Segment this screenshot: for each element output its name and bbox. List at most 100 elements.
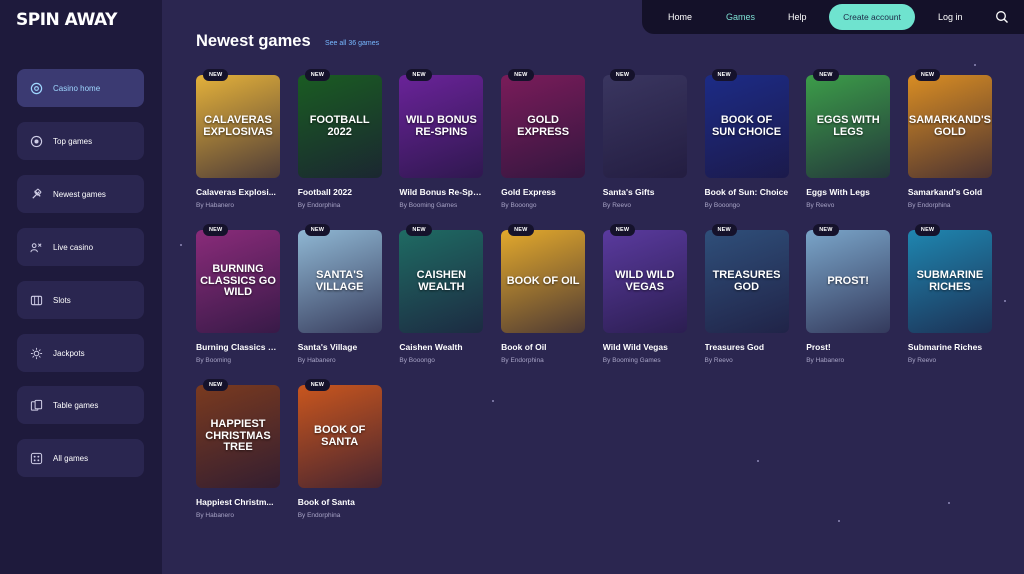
new-badge: NEW xyxy=(304,379,331,391)
sidebar-item-label: Top games xyxy=(53,136,93,146)
game-card[interactable]: NEW WILD BONUS RE-SPINS Wild Bonus Re-Spin… xyxy=(399,69,484,209)
game-title[interactable]: Caishen Wealth xyxy=(399,342,483,352)
game-title[interactable]: Calaveras Explosi... xyxy=(196,187,280,197)
game-artwork-title: WILD BONUS RE-SPINS xyxy=(405,113,477,138)
game-title[interactable]: Santa's Gifts xyxy=(603,187,687,197)
create-account-button[interactable]: Create account xyxy=(829,4,915,30)
top-games-icon xyxy=(29,134,43,148)
game-thumbnail[interactable]: WILD WILD VEGAS xyxy=(602,230,687,333)
sidebar-item-label: Newest games xyxy=(53,189,106,199)
game-card[interactable]: NEW Prost! Prost! By Habanero xyxy=(806,224,891,364)
game-title[interactable]: Gold Express xyxy=(501,187,585,197)
live-casino-icon xyxy=(29,240,43,254)
new-badge: NEW xyxy=(203,224,229,236)
game-card[interactable]: NEW Book of Santa Book of Santa By Endorphi… xyxy=(297,379,382,519)
game-card[interactable]: NEW FOOTBALL 2022 Football 2022 By Endorphi… xyxy=(297,69,382,209)
slots-icon xyxy=(29,293,43,307)
nav-games[interactable]: Games xyxy=(726,0,755,34)
game-artwork-title: GOLD EXPRESS xyxy=(517,113,570,138)
game-card[interactable]: NEW EGGS WITH LEGS Eggs With Legs By Reevo xyxy=(806,69,891,209)
nav-home[interactable]: Home xyxy=(668,0,692,34)
game-title[interactable]: Eggs With Legs xyxy=(806,187,890,197)
game-artwork-title: EGGS WITH LEGS xyxy=(816,113,880,138)
game-thumbnail[interactable]: Happiest Christmas TREE xyxy=(196,385,280,488)
game-artwork-title: Santa's Village xyxy=(315,268,364,293)
game-provider: By Booongo xyxy=(501,202,537,209)
sidebar-item-casino-home[interactable]: Casino home xyxy=(17,69,144,107)
game-title[interactable]: Book of Santa xyxy=(298,497,382,507)
table-games-icon xyxy=(29,398,43,412)
search-icon[interactable] xyxy=(995,10,1009,24)
game-title[interactable]: Book of Sun: Choice xyxy=(705,187,789,197)
game-title[interactable]: Santa's Village xyxy=(298,342,382,352)
game-card[interactable]: NEW Santa's Gifts By Reevo xyxy=(602,69,687,209)
new-badge: NEW xyxy=(406,224,432,236)
game-thumbnail[interactable]: CAISHEN WEALTH xyxy=(399,230,484,333)
game-provider: By Booming Games xyxy=(399,202,458,209)
sidebar-item-live-casino[interactable]: Live casino xyxy=(17,228,144,266)
game-card[interactable]: NEW CAISHEN WEALTH Caishen Wealth By Booong… xyxy=(399,224,484,364)
game-thumbnail[interactable]: BOOK OF OIL xyxy=(501,230,586,333)
new-badge: NEW xyxy=(609,69,636,81)
sidebar-item-jackpots[interactable]: Jackpots xyxy=(17,334,144,372)
game-card[interactable]: NEW Santa's Village Santa's Village By Haba… xyxy=(297,224,382,364)
game-provider: By Endorphina xyxy=(297,202,341,209)
nav-help[interactable]: Help xyxy=(788,0,807,34)
game-thumbnail[interactable]: TREASURES GOD xyxy=(704,230,789,333)
game-thumbnail[interactable]: SAMARKAND'S GOLD xyxy=(907,75,992,178)
game-card[interactable]: NEW WILD WILD VEGAS Wild Wild Vegas By Boom… xyxy=(602,224,687,364)
game-thumbnail[interactable]: WILD BONUS RE-SPINS xyxy=(399,75,484,178)
game-thumbnail[interactable]: FOOTBALL 2022 xyxy=(297,75,382,178)
game-card[interactable]: NEW Burning Classics Go Wild Burning Class… xyxy=(196,224,280,364)
new-badge: NEW xyxy=(203,379,229,391)
game-provider: By Reevo xyxy=(704,357,733,364)
game-card[interactable]: NEW Calaveras Explosivas Calaveras Explosi… xyxy=(196,69,280,209)
sidebar-item-table-games[interactable]: Table games xyxy=(17,386,144,424)
game-title[interactable]: Prost! xyxy=(806,342,890,352)
game-card[interactable]: NEW SAMARKAND'S GOLD Samarkand's Gold By En… xyxy=(907,69,992,209)
login-button[interactable]: Log in xyxy=(938,0,963,34)
game-title[interactable]: Samarkand's Gold xyxy=(908,187,992,197)
game-card[interactable]: NEW Happiest Christmas TREE Happiest Chris… xyxy=(196,379,280,519)
game-title[interactable]: Burning Classics g... xyxy=(196,342,280,352)
sidebar-item-label: Casino home xyxy=(53,83,101,93)
game-title[interactable]: Book of Oil xyxy=(501,342,585,352)
logo[interactable]: SPIN AWAY xyxy=(16,12,117,29)
game-thumbnail[interactable]: Book of Santa xyxy=(297,385,382,488)
new-badge: NEW xyxy=(406,69,432,81)
game-title[interactable]: Football 2022 xyxy=(298,187,382,197)
sidebar-item-slots[interactable]: Slots xyxy=(17,281,144,319)
game-thumbnail[interactable] xyxy=(602,75,687,178)
game-title[interactable]: Happiest Christm... xyxy=(196,497,280,507)
background-dot xyxy=(948,502,950,504)
game-provider: By Endorphina xyxy=(907,202,951,209)
game-thumbnail[interactable]: Submarine Riches xyxy=(907,230,992,333)
new-badge: NEW xyxy=(813,224,839,236)
game-card[interactable]: NEW TREASURES GOD Treasures God By Reevo xyxy=(704,224,789,364)
see-all-link[interactable]: See all 36 games xyxy=(325,40,379,47)
game-card[interactable]: NEW Submarine Riches Submarine Riches By Re… xyxy=(907,224,992,364)
game-title[interactable]: Treasures God xyxy=(705,342,789,352)
game-thumbnail[interactable]: GOLD EXPRESS xyxy=(501,75,586,178)
game-artwork-title: BOOK OF OIL xyxy=(506,274,580,287)
new-badge: NEW xyxy=(508,224,534,236)
sidebar: SPIN AWAY Casino home Top games Newest g… xyxy=(0,0,162,574)
sidebar-item-all-games[interactable]: All games xyxy=(17,439,144,477)
game-card[interactable]: NEW GOLD EXPRESS Gold Express By Booongo xyxy=(501,69,586,209)
background-dot xyxy=(838,520,840,522)
sidebar-item-top-games[interactable]: Top games xyxy=(17,122,144,160)
game-thumbnail[interactable]: EGGS WITH LEGS xyxy=(806,75,891,178)
sidebar-item-label: Jackpots xyxy=(53,348,85,358)
sidebar-item-newest-games[interactable]: Newest games xyxy=(17,175,144,213)
game-title[interactable]: Wild Wild Vegas xyxy=(603,342,687,352)
game-thumbnail[interactable]: Calaveras Explosivas xyxy=(196,75,280,178)
game-thumbnail[interactable]: BOOK OF SUN CHOICE xyxy=(704,75,789,178)
game-thumbnail[interactable]: Santa's Village xyxy=(297,230,382,333)
game-title[interactable]: Submarine Riches xyxy=(908,342,992,352)
game-title[interactable]: Wild Bonus Re-Spins xyxy=(399,187,483,197)
game-thumbnail[interactable]: Burning Classics Go Wild xyxy=(196,230,280,333)
game-card[interactable]: NEW BOOK OF SUN CHOICE Book of Sun: Choice… xyxy=(704,69,789,209)
background-dot xyxy=(757,460,759,462)
game-card[interactable]: NEW BOOK OF OIL Book of Oil By Endorphina xyxy=(501,224,586,364)
game-thumbnail[interactable]: Prost! xyxy=(806,230,891,333)
